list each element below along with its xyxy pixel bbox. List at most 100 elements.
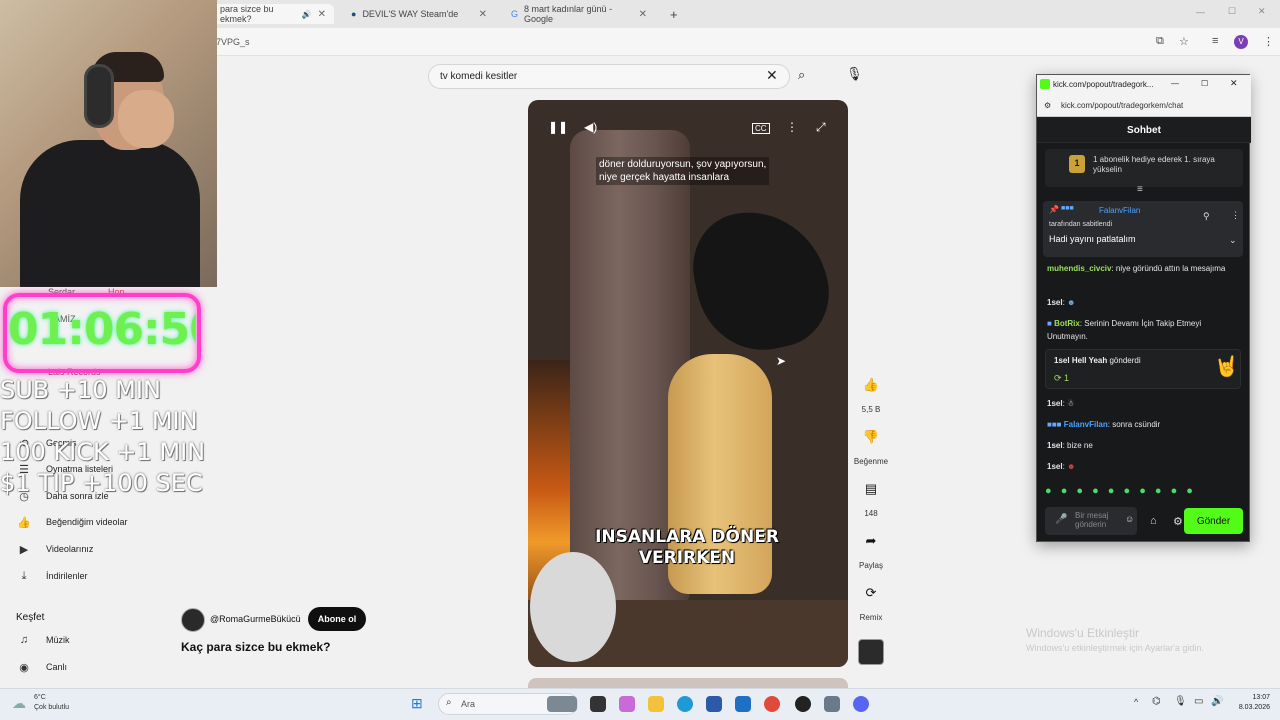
sidebar-item-your-videos[interactable]: ▶ Videolarınız xyxy=(16,541,94,557)
channel-handle[interactable]: @RomaGurmeBükücü xyxy=(210,614,301,624)
settings-icon[interactable]: ⚙ xyxy=(1173,515,1183,528)
task-view-icon[interactable] xyxy=(590,696,606,712)
subathon-rule: 100 KICK +1 MIN xyxy=(0,438,206,466)
browser-menu-icon[interactable]: ⋮ xyxy=(1263,35,1274,48)
comments-button[interactable]: ▤ 148 xyxy=(852,474,890,518)
network-icon[interactable]: ⌬ xyxy=(1152,696,1161,707)
microphone-icon[interactable]: 🎙 xyxy=(1174,696,1187,707)
microphone-icon[interactable]: 🎤 xyxy=(1055,515,1067,525)
clear-search-icon[interactable]: ✕ xyxy=(766,67,778,84)
weather-icon[interactable]: ☁ xyxy=(12,695,26,712)
tab-google[interactable]: G 8 mart kadınlar günü - Google ✕ xyxy=(503,4,655,24)
taskbar-widget-app[interactable] xyxy=(547,696,577,712)
file-explorer-icon[interactable] xyxy=(648,696,664,712)
microphone-icon[interactable]: 🎙 xyxy=(846,66,863,82)
chat-username[interactable]: 1sel xyxy=(1047,462,1063,471)
maximize-icon[interactable]: ☐ xyxy=(1228,6,1236,17)
chat-username[interactable]: 1sel xyxy=(1047,298,1063,307)
pinned-by: tarafından sabitlendi xyxy=(1049,221,1113,228)
collapse-icon[interactable]: ≡ xyxy=(1137,184,1143,195)
sidebar-item-liked-videos[interactable]: 👍 Beğendiğim videolar xyxy=(16,514,127,530)
close-tab-icon[interactable]: ✕ xyxy=(479,9,487,20)
popup-url-bar[interactable]: ⚙ kick.com/popout/tradegorkem/chat xyxy=(1037,95,1251,117)
settings-icon[interactable] xyxy=(824,696,840,712)
more-options-icon[interactable]: ⋮ xyxy=(1231,210,1240,221)
mute-icon[interactable]: 🔊 xyxy=(302,10,312,19)
discord-icon[interactable] xyxy=(853,696,869,712)
remix-button[interactable]: ⟳ Remix xyxy=(852,578,890,622)
emoji-icon[interactable]: ☺ xyxy=(1125,515,1134,524)
pinned-user[interactable]: FalanvFilan xyxy=(1099,206,1140,215)
weather-widget[interactable]: 6°C Çok bulutlu xyxy=(34,693,69,713)
chat-message: 1sel: bize ne xyxy=(1047,439,1243,452)
sound-thumbnail[interactable] xyxy=(858,639,884,665)
search-icon[interactable]: ⌕ xyxy=(798,67,805,83)
sidebar-item-downloads[interactable]: ⤓ İndirilenler xyxy=(16,568,88,584)
copilot-icon[interactable] xyxy=(619,696,635,712)
close-tab-icon[interactable]: ✕ xyxy=(318,9,326,20)
chat-username[interactable]: muhendis_civciv xyxy=(1047,264,1111,273)
remix-label: Remix xyxy=(859,613,883,622)
chat-username[interactable]: 1sel xyxy=(1047,399,1063,408)
tab-steam[interactable]: ● DEVIL'S WAY Steam'de ✕ xyxy=(343,4,495,24)
monitor-icon[interactable]: ▭ xyxy=(1194,696,1203,707)
edge-icon[interactable] xyxy=(677,696,693,712)
minimize-icon[interactable]: — xyxy=(1196,7,1205,17)
store-icon[interactable] xyxy=(706,696,722,712)
subathon-rule: SUB +10 MIN xyxy=(0,376,161,404)
obs-icon[interactable] xyxy=(795,696,811,712)
store-icon[interactable]: ⌂ xyxy=(1150,515,1157,527)
channel-avatar[interactable] xyxy=(181,608,205,632)
chat-username[interactable]: 1sel xyxy=(1047,441,1063,450)
sidebar-item-music[interactable]: ♫ Müzik xyxy=(16,632,70,648)
close-window-icon[interactable]: ✕ xyxy=(1230,78,1238,89)
tab-youtube[interactable]: para sizce bu ekmek? 🔊 ✕ xyxy=(212,4,334,24)
dislike-button[interactable]: 👎 Beğenme xyxy=(852,422,890,466)
chat-message-input[interactable]: 🎤 Bir mesaj gönderin ☺ xyxy=(1045,507,1137,535)
subathon-rule: $1 TIP +100 SEC xyxy=(0,469,203,497)
minimize-icon[interactable]: — xyxy=(1171,79,1179,88)
address-bar[interactable]: 7VPG_s xyxy=(216,37,250,47)
close-window-icon[interactable]: ✕ xyxy=(1258,6,1266,17)
webcam-overlay xyxy=(0,0,217,287)
profile-avatar[interactable]: V xyxy=(1234,35,1248,49)
taskbar-clock[interactable]: 13:07 8.03.2026 xyxy=(1226,693,1270,713)
comment-icon: ▤ xyxy=(864,481,878,496)
cast-icon[interactable]: ⧉ xyxy=(1156,35,1164,48)
leaderboard-badge: 1 xyxy=(1069,155,1085,173)
volume-icon[interactable]: 🔊 xyxy=(1211,696,1223,707)
gift-event: 1sel Hell Yeah gönderdi ⟳ 1 🤘 xyxy=(1045,349,1241,389)
mail-icon[interactable] xyxy=(735,696,751,712)
chat-username[interactable]: FalanvFilan xyxy=(1064,420,1108,429)
new-tab-button[interactable]: + xyxy=(662,4,682,24)
gift-user[interactable]: 1sel xyxy=(1054,356,1070,365)
emote-bar[interactable]: ● ● ● ● ● ● ● ● ● ● xyxy=(1045,485,1196,497)
site-info-icon[interactable]: ⚙ xyxy=(1044,101,1051,110)
media-control-icon[interactable]: ≡ xyxy=(1212,35,1218,47)
share-button[interactable]: ➦ Paylaş xyxy=(852,526,890,570)
subscribe-button[interactable]: Abone ol xyxy=(308,607,366,631)
pause-icon[interactable]: ❚❚ xyxy=(548,120,568,134)
close-tab-icon[interactable]: ✕ xyxy=(639,9,647,20)
maximize-icon[interactable]: ☐ xyxy=(1201,79,1208,88)
pinned-message[interactable]: 📌 ■■■ FalanvFilan tarafından sabitlendi … xyxy=(1043,201,1243,257)
search-input[interactable]: tv komedi kesitler xyxy=(428,64,790,89)
unpin-icon[interactable]: ⚲ xyxy=(1203,211,1210,222)
bookmark-star-icon[interactable]: ☆ xyxy=(1179,35,1189,48)
like-button[interactable]: 👍 5,5 B xyxy=(852,370,890,414)
fullscreen-icon[interactable]: ⤢ xyxy=(816,120,826,135)
thumbs-up-icon: 👍 xyxy=(862,377,880,392)
volume-icon[interactable]: ◀) xyxy=(584,120,597,134)
windows-taskbar xyxy=(0,688,1280,720)
chevron-down-icon[interactable]: ⌄ xyxy=(1229,235,1237,246)
chrome-icon[interactable] xyxy=(764,696,780,712)
chat-username[interactable]: BotRix xyxy=(1054,319,1080,328)
sidebar-item-live[interactable]: ◉ Canlı xyxy=(16,659,67,675)
captions-button[interactable]: CC xyxy=(752,123,770,134)
video-player[interactable]: ❚❚ ◀) CC ⋮ ⤢ döner dolduruyorsun, şov ya… xyxy=(528,100,848,667)
chevron-up-icon[interactable]: ^ xyxy=(1134,697,1138,707)
more-options-icon[interactable]: ⋮ xyxy=(786,120,798,134)
send-button[interactable]: Gönder xyxy=(1184,508,1243,534)
start-icon[interactable]: ⊞ xyxy=(411,695,423,712)
chat-message: 1sel: ☻ xyxy=(1047,296,1243,309)
